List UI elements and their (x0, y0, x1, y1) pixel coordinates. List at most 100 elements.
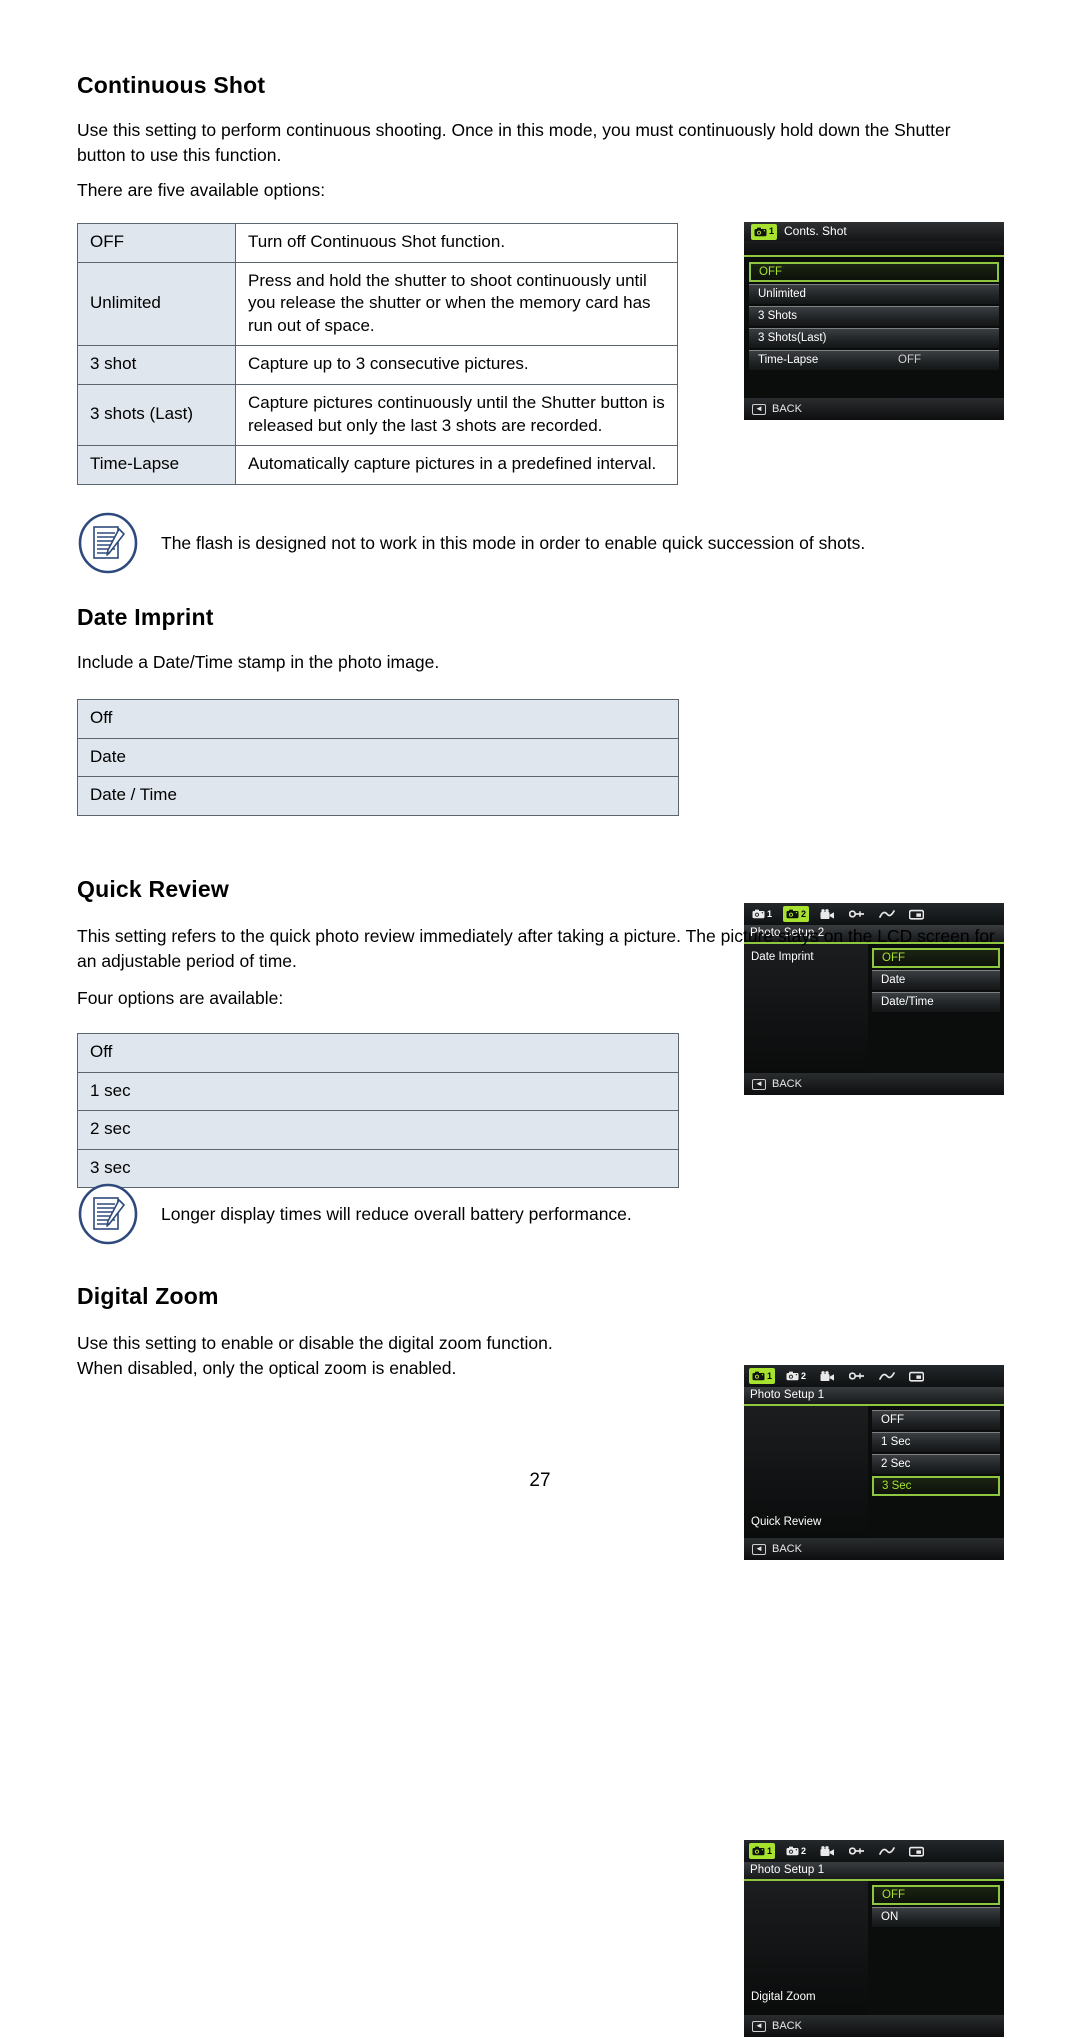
heading-continuous-shot: Continuous Shot (77, 72, 266, 98)
table-row: Off (77, 1033, 679, 1073)
tab-number: 1 (767, 1845, 773, 1856)
note-callout-flash: The flash is designed not to work in thi… (77, 512, 997, 574)
camera-icon (786, 1371, 799, 1381)
heading-quick-review: Quick Review (77, 876, 229, 902)
option-label: OFF (881, 1414, 904, 1426)
tab-chip-playback[interactable] (906, 906, 927, 922)
lcd-header: 1 Conts. Shot (744, 222, 1004, 241)
lcd-left-label: Quick Review (751, 1516, 822, 1528)
table-cell-value: Automatically capture pictures in a pred… (235, 445, 678, 485)
option-label: OFF (759, 266, 782, 278)
tab-chip-movie[interactable] (817, 1368, 838, 1384)
playback-icon (909, 1371, 925, 1382)
option-label: Unlimited (758, 288, 806, 300)
lcd-option-1-sec[interactable]: 1 Sec (872, 1432, 1000, 1452)
lcd-back-bar[interactable]: ◄ BACK (744, 398, 1004, 420)
lcd-menu-title: Photo Setup 1 (744, 1862, 1004, 1881)
option-label: 1 Sec (881, 1436, 911, 1448)
option-label: 3 Shots(Last) (758, 332, 827, 344)
tab-chip-playback[interactable] (906, 1368, 927, 1384)
note-icon (78, 512, 138, 574)
lcd-option-unlimited[interactable]: Unlimited (749, 284, 999, 304)
table-cell-value: Capture pictures continuously until the … (235, 384, 678, 447)
table-cell: 1 sec (77, 1071, 679, 1112)
tab-chip-camera-1[interactable]: 1 (749, 1843, 776, 1859)
lcd-back-bar[interactable]: ◄ BACK (744, 1538, 1004, 1560)
lcd-back-bar[interactable]: ◄ BACK (744, 2015, 1004, 2037)
lcd-header-spacer (744, 241, 1004, 255)
lcd-option-3-shots[interactable]: 3 Shots (749, 306, 999, 326)
tab-chip-connection[interactable] (876, 1843, 898, 1859)
curve-icon (879, 1372, 895, 1380)
table-cell-key: 3 shots (Last) (77, 384, 236, 447)
tab-number: 2 (801, 1845, 807, 1856)
lcd-option-on[interactable]: ON (872, 1907, 1000, 1927)
lcd-option-off[interactable]: OFF (872, 1885, 1000, 1905)
table-cell: 2 sec (77, 1110, 679, 1150)
lcd-menu-title: Photo Setup 1 (744, 1387, 1004, 1406)
tab-chip-camera-2[interactable]: 2 (783, 1843, 809, 1859)
table-cell-value: Capture up to 3 consecutive pictures. (235, 345, 678, 386)
date-imprint-table-wrap: Off Date Date / Time (77, 699, 679, 816)
lcd-tab-bar: 1 2 (744, 903, 1004, 925)
table-row: Unlimited Press and hold the shutter to … (77, 261, 678, 347)
wrench-icon (849, 1372, 865, 1380)
camera-icon (754, 227, 767, 236)
quick-review-table-wrap: Off 1 sec 2 sec 3 sec (77, 1033, 679, 1189)
curve-icon (879, 1847, 895, 1855)
option-label: Date (881, 974, 906, 986)
tab-number: 1 (767, 1370, 773, 1381)
option-label: 2 Sec (881, 1458, 911, 1470)
tab-chip-settings[interactable] (846, 1368, 868, 1384)
manual-page: Continuous Shot Use this setting to perf… (0, 0, 1080, 2037)
camera-icon (752, 1846, 765, 1856)
tab-chip-camera-2[interactable]: 2 (783, 1368, 809, 1384)
table-row: 3 shots (Last) Capture pictures continuo… (77, 384, 678, 447)
note-text: The flash is designed not to work in thi… (161, 533, 866, 553)
lcd-tab-bar: 1 2 (744, 1840, 1004, 1862)
back-label: BACK (772, 1543, 802, 1555)
left-arrow-icon: ◄ (752, 1078, 766, 1090)
tab-number: 1 (767, 908, 773, 919)
tab-chip-camera-2[interactable]: 2 (783, 906, 810, 922)
tab-chip-camera-1[interactable]: 1 (749, 906, 775, 922)
page-number: 27 (529, 1470, 551, 1491)
table-cell-key: 3 shot (77, 345, 236, 386)
lcd-back-bar[interactable]: ◄ BACK (744, 1073, 1004, 1095)
lcd-option-date-time[interactable]: Date/Time (872, 992, 1000, 1012)
wrench-icon (849, 1847, 865, 1855)
tab-chip-connection[interactable] (876, 1368, 898, 1384)
lcd-option-time-lapse[interactable]: Time-Lapse OFF (749, 350, 999, 370)
tab-chip-movie[interactable] (817, 906, 838, 922)
table-row: Off (77, 699, 679, 739)
lcd-option-list: OFF ON (872, 1885, 1000, 1929)
tab-chip-camera-1[interactable]: 1 (751, 223, 778, 240)
tab-chip-movie[interactable] (817, 1843, 838, 1859)
tab-number: 1 (769, 226, 775, 236)
table-row: Time-Lapse Automatically capture picture… (77, 445, 678, 485)
table-cell-key: OFF (77, 223, 236, 263)
tab-chip-camera-1[interactable]: 1 (749, 1368, 776, 1384)
table-row: 1 sec (77, 1071, 679, 1112)
tab-chip-connection[interactable] (876, 906, 898, 922)
lcd-body: Digital Zoom OFF ON (744, 1881, 1004, 2015)
lcd-left-label: Digital Zoom (751, 1991, 816, 2003)
paragraph-continuous-shot-2: There are five available options: (77, 180, 326, 200)
movie-camera-icon (820, 908, 835, 919)
lcd-option-off[interactable]: OFF (872, 1410, 1000, 1430)
option-value: OFF (898, 354, 921, 366)
heading-date-imprint: Date Imprint (77, 604, 214, 630)
tab-number: 2 (801, 1370, 807, 1381)
option-label: ON (881, 1911, 899, 1923)
table-row: 2 sec (77, 1110, 679, 1150)
tab-chip-settings[interactable] (846, 906, 868, 922)
lcd-option-off[interactable]: OFF (749, 262, 999, 282)
tab-chip-playback[interactable] (906, 1843, 927, 1859)
option-label: Time-Lapse (758, 354, 819, 366)
back-label: BACK (772, 403, 802, 415)
left-arrow-icon: ◄ (752, 2020, 766, 2032)
lcd-option-3-shots-last[interactable]: 3 Shots(Last) (749, 328, 999, 348)
table-row: 3 shot Capture up to 3 consecutive pictu… (77, 345, 678, 386)
option-label: OFF (882, 1889, 905, 1901)
tab-chip-settings[interactable] (846, 1843, 868, 1859)
